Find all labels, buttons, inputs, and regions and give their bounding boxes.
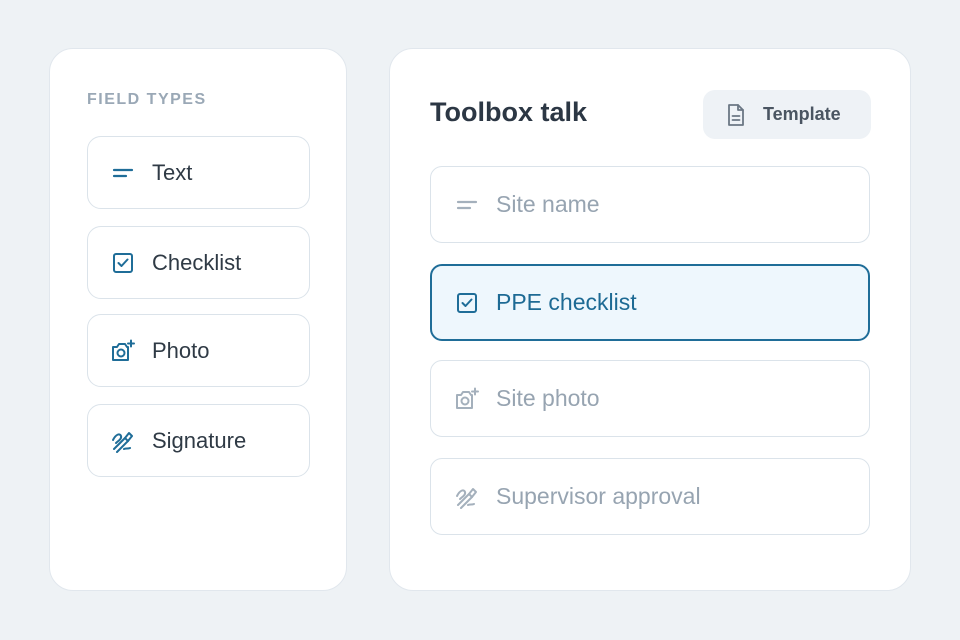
form-builder-panel: Toolbox talk Template Site name PPE chec… (389, 48, 911, 591)
field-type-label: Text (152, 159, 193, 185)
field-type-label: Checklist (152, 249, 242, 275)
form-field-label: Site name (496, 191, 600, 217)
field-type-photo[interactable]: Photo (87, 314, 310, 387)
form-field-label: Supervisor approval (496, 483, 701, 509)
camera-icon (110, 338, 136, 364)
form-field-ppe-checklist[interactable]: PPE checklist (430, 264, 870, 341)
field-type-signature[interactable]: Signature (87, 404, 310, 477)
field-type-label: Photo (152, 337, 210, 363)
form-title: Toolbox talk (430, 97, 588, 127)
form-field-label: Site photo (496, 385, 600, 411)
field-type-label: Signature (152, 427, 247, 453)
camera-icon (454, 386, 480, 412)
text-lines-icon (454, 192, 480, 218)
form-field-site-name[interactable]: Site name (430, 166, 870, 243)
checkbox-icon (110, 250, 136, 276)
field-types-heading: FIELD TYPES (87, 91, 207, 108)
field-types-panel: FIELD TYPES Text Checklist Photo Signatu… (49, 48, 347, 591)
document-icon (725, 103, 747, 127)
checkbox-icon (454, 290, 480, 316)
form-field-site-photo[interactable]: Site photo (430, 360, 870, 437)
template-button-label: Template (763, 104, 841, 124)
field-type-checklist[interactable]: Checklist (87, 226, 310, 299)
template-button[interactable]: Template (703, 90, 871, 139)
form-field-supervisor-approval[interactable]: Supervisor approval (430, 458, 870, 535)
form-field-label: PPE checklist (496, 289, 637, 315)
signature-pen-icon (454, 484, 480, 510)
text-lines-icon (110, 160, 136, 186)
field-type-text[interactable]: Text (87, 136, 310, 209)
signature-pen-icon (110, 428, 136, 454)
